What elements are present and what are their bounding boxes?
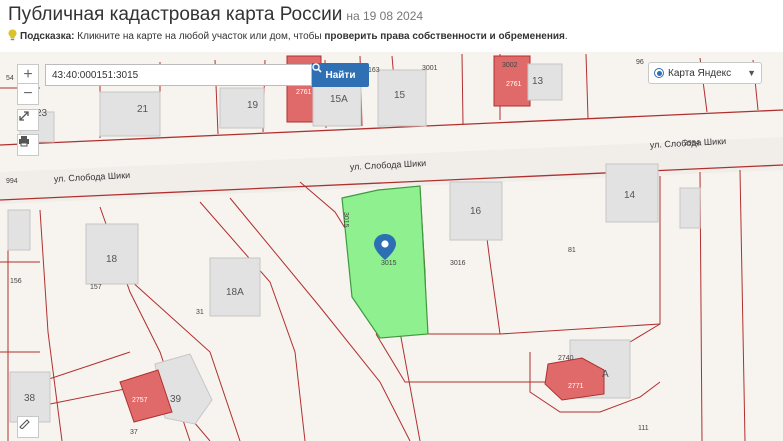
search-icon [312, 63, 322, 73]
svg-text:157: 157 [90, 284, 102, 291]
zoom-in-label: + [23, 66, 33, 83]
cadastral-map[interactable]: ул. Слобода Шики ул. Слобода Шики ул. Сл… [0, 52, 783, 441]
svg-text:3001: 3001 [422, 65, 438, 72]
svg-text:2771: 2771 [568, 383, 584, 390]
svg-text:2994: 2994 [684, 140, 700, 147]
print-icon [19, 136, 29, 147]
svg-text:19: 19 [247, 100, 259, 111]
svg-text:18: 18 [106, 254, 118, 265]
svg-text:39: 39 [170, 394, 182, 405]
search-button-label: Найти [325, 69, 356, 81]
svg-text:3015: 3015 [342, 212, 349, 228]
svg-text:3015: 3015 [381, 260, 397, 267]
bulb-icon [8, 29, 17, 44]
ruler-button[interactable] [17, 416, 39, 438]
cadastral-search-input[interactable] [45, 64, 312, 86]
hint-link[interactable]: проверить права собственности и обремене… [324, 31, 565, 42]
svg-text:111: 111 [638, 425, 649, 432]
title-date: на 19 08 2024 [346, 9, 424, 23]
svg-text:А: А [602, 369, 609, 380]
map-canvas[interactable]: ул. Слобода Шики ул. Слобода Шики ул. Сл… [0, 52, 783, 441]
svg-text:81: 81 [568, 247, 576, 254]
svg-text:18А: 18А [226, 287, 244, 298]
svg-text:2757: 2757 [132, 397, 148, 404]
svg-text:15: 15 [394, 90, 406, 101]
svg-text:96: 96 [636, 59, 644, 66]
svg-text:994: 994 [6, 178, 18, 185]
svg-text:2761: 2761 [506, 81, 522, 88]
hint-label: Подсказка: [20, 31, 75, 42]
page-title: Публичная кадастровая карта России на 19 … [8, 4, 423, 26]
hint-text: Кликните на карте на любой участок или д… [74, 31, 325, 42]
print-button[interactable] [17, 134, 39, 156]
svg-text:14: 14 [624, 190, 636, 201]
svg-text:2761: 2761 [296, 89, 312, 96]
svg-text:2740: 2740 [558, 355, 574, 362]
svg-text:156: 156 [10, 278, 22, 285]
svg-text:13: 13 [532, 76, 544, 87]
svg-text:31: 31 [196, 309, 204, 316]
hint-line: Подсказка: Кликните на карте на любой уч… [8, 29, 568, 44]
zoom-out-label: − [23, 85, 33, 102]
hint-end: . [564, 31, 568, 42]
fullscreen-button[interactable] [17, 109, 39, 131]
zoom-out-button[interactable]: − [17, 83, 39, 105]
svg-text:38: 38 [24, 393, 36, 404]
svg-text:3002: 3002 [502, 62, 518, 69]
svg-text:16: 16 [470, 206, 482, 217]
radio-icon [654, 68, 664, 78]
search-button[interactable]: Найти [312, 63, 369, 87]
title-text: Публичная кадастровая карта России [8, 4, 343, 25]
svg-text:54: 54 [6, 75, 14, 82]
svg-text:163: 163 [368, 67, 380, 74]
ruler-icon [19, 419, 30, 429]
header: Публичная кадастровая карта России на 19 … [0, 0, 783, 52]
svg-text:15А: 15А [330, 94, 348, 105]
base-layer-select[interactable]: Карта Яндекс ▼ [648, 62, 762, 84]
svg-text:37: 37 [130, 429, 138, 436]
svg-text:3016: 3016 [450, 260, 466, 267]
expand-icon [19, 111, 29, 121]
base-layer-value: Карта Яндекс [668, 67, 732, 79]
svg-text:21: 21 [137, 104, 149, 115]
chevron-down-icon: ▼ [747, 68, 756, 78]
